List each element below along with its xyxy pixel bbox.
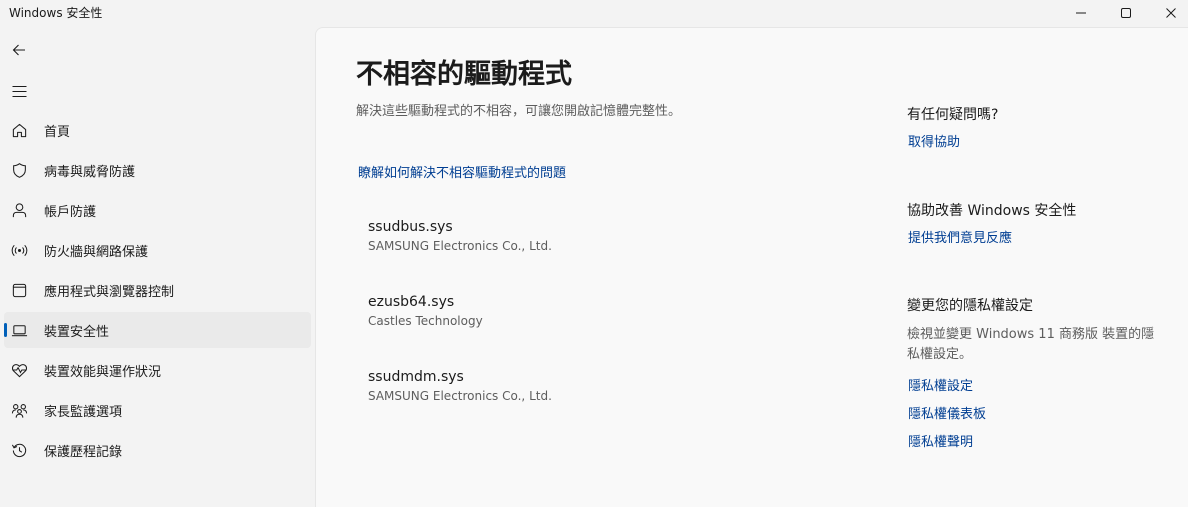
maximize-button[interactable] <box>1103 0 1149 26</box>
learn-more-link[interactable]: 瞭解如何解決不相容驅動程式的問題 <box>358 162 566 181</box>
nav-item-label: 首頁 <box>44 124 71 140</box>
driver-item: ssudbus.sys SAMSUNG Electronics Co., Ltd… <box>368 219 552 253</box>
menu-button[interactable] <box>6 79 32 103</box>
nav-item-app-browser-control[interactable]: 應用程式與瀏覽器控制 <box>4 272 311 308</box>
nav-item-label: 裝置安全性 <box>44 324 110 340</box>
nav-item-firewall[interactable]: 防火牆與網路保護 <box>4 232 311 268</box>
driver-vendor: Castles Technology <box>368 314 483 328</box>
laptop-icon <box>10 321 28 339</box>
minimize-button[interactable] <box>1058 0 1104 26</box>
main-content: 不相容的驅動程式 解決這些驅動程式的不相容，可讓您開啟記憶體完整性。 瞭解如何解… <box>315 27 1188 507</box>
help-title: 有任何疑問嗎? <box>907 107 999 123</box>
close-icon <box>1166 8 1176 18</box>
nav-item-label: 保護歷程記錄 <box>44 444 123 460</box>
maximize-icon <box>1121 8 1131 18</box>
back-button[interactable] <box>6 38 32 62</box>
home-icon <box>10 121 28 139</box>
heart-pulse-icon <box>10 361 28 379</box>
driver-item: ssudmdm.sys SAMSUNG Electronics Co., Ltd… <box>368 369 552 403</box>
driver-name: ezusb64.sys <box>368 294 455 310</box>
privacy-statement-link[interactable]: 隱私權聲明 <box>908 431 973 450</box>
minimize-icon <box>1076 12 1086 14</box>
privacy-description: 檢視並變更 Windows 11 商務版 裝置的隱私權設定。 <box>907 327 1155 362</box>
nav-item-home[interactable]: 首頁 <box>4 112 311 148</box>
title-bar: Windows 安全性 <box>0 0 1188 26</box>
close-button[interactable] <box>1148 0 1188 26</box>
nav-item-virus-protection[interactable]: 病毒與威脅防護 <box>4 152 311 188</box>
page-description: 解決這些驅動程式的不相容，可讓您開啟記憶體完整性。 <box>356 104 682 119</box>
nav-item-device-security[interactable]: 裝置安全性 <box>4 312 311 348</box>
app-title: Windows 安全性 <box>9 6 103 20</box>
nav-item-family-options[interactable]: 家長監護選項 <box>4 392 311 428</box>
sidebar-nav: 首頁 病毒與威脅防護 帳戶防護 防火牆與網路保護 應用程式與瀏覽器控制 裝置安全… <box>4 112 311 472</box>
driver-name: ssudbus.sys <box>368 219 453 235</box>
driver-name: ssudmdm.sys <box>368 369 464 385</box>
page-title: 不相容的驅動程式 <box>356 59 572 90</box>
nav-item-label: 裝置效能與運作狀況 <box>44 364 162 380</box>
privacy-dashboard-link[interactable]: 隱私權儀表板 <box>908 403 986 422</box>
nav-item-account-protection[interactable]: 帳戶防護 <box>4 192 311 228</box>
family-icon <box>10 401 28 419</box>
get-help-link[interactable]: 取得協助 <box>908 131 960 150</box>
nav-item-label: 家長監護選項 <box>44 404 123 420</box>
nav-item-device-performance[interactable]: 裝置效能與運作狀況 <box>4 352 311 388</box>
person-icon <box>10 201 28 219</box>
nav-item-label: 應用程式與瀏覽器控制 <box>44 284 175 300</box>
hamburger-menu-icon <box>12 85 26 97</box>
improve-title: 協助改善 Windows 安全性 <box>907 203 1077 219</box>
shield-icon <box>10 161 28 179</box>
nav-item-label: 帳戶防護 <box>44 204 97 220</box>
driver-item: ezusb64.sys Castles Technology <box>368 294 483 328</box>
nav-item-label: 病毒與威脅防護 <box>44 164 136 180</box>
privacy-settings-link[interactable]: 隱私權設定 <box>908 375 973 394</box>
wireless-icon <box>10 241 28 259</box>
driver-vendor: SAMSUNG Electronics Co., Ltd. <box>368 239 552 253</box>
driver-vendor: SAMSUNG Electronics Co., Ltd. <box>368 389 552 403</box>
back-arrow-icon <box>12 44 25 56</box>
nav-item-label: 防火牆與網路保護 <box>44 244 149 260</box>
feedback-link[interactable]: 提供我們意見反應 <box>908 227 1012 246</box>
history-icon <box>10 441 28 459</box>
privacy-title: 變更您的隱私權設定 <box>907 298 1033 314</box>
nav-item-protection-history[interactable]: 保護歷程記錄 <box>4 432 311 468</box>
app-window-icon <box>10 281 28 299</box>
